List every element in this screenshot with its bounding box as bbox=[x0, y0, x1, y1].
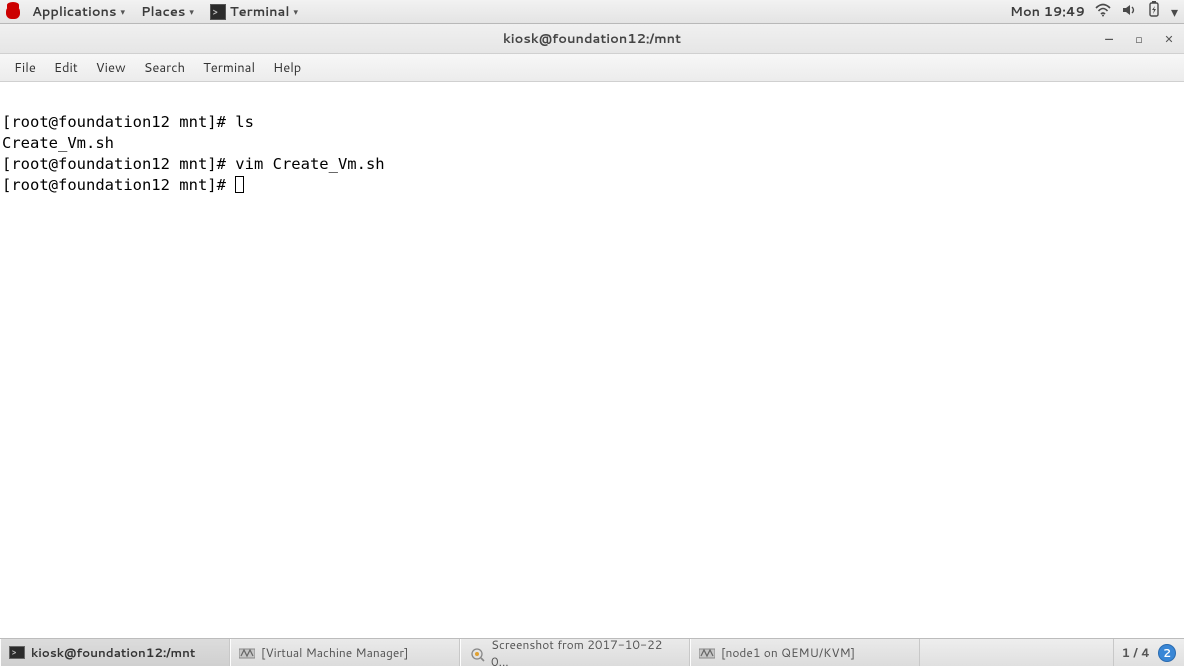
distro-logo-icon bbox=[6, 5, 20, 19]
applications-menu[interactable]: Applications ▾ bbox=[28, 3, 129, 21]
taskbar-item-node1[interactable]: [node1 on QEMU/KVM] bbox=[690, 639, 920, 666]
taskbar-item-label: [Virtual Machine Manager] bbox=[261, 644, 409, 661]
taskbar-spacer bbox=[920, 639, 1113, 666]
taskbar-item-label: Screenshot from 2017-10-22 0... bbox=[491, 636, 681, 666]
menu-view[interactable]: View bbox=[88, 57, 134, 79]
clock-label[interactable]: Mon 19:49 bbox=[1010, 3, 1085, 21]
menu-help[interactable]: Help bbox=[265, 57, 309, 79]
menu-file[interactable]: File bbox=[6, 57, 44, 79]
terminal-icon bbox=[210, 4, 226, 20]
menu-terminal[interactable]: Terminal bbox=[195, 57, 263, 79]
taskbar-item-screenshot[interactable]: Screenshot from 2017-10-22 0... bbox=[460, 639, 690, 666]
window-titlebar[interactable]: kiosk@foundation12:/mnt — ▫ ✕ bbox=[0, 24, 1184, 54]
gnome-top-panel: Applications ▾ Places ▾ Terminal ▾ Mon 1… bbox=[0, 0, 1184, 24]
notification-badge[interactable]: 2 bbox=[1158, 644, 1176, 662]
places-menu-label: Places bbox=[141, 3, 185, 21]
window-controls: — ▫ ✕ bbox=[1102, 24, 1176, 53]
chevron-down-icon: ▾ bbox=[189, 5, 194, 18]
taskbar-item-label: [node1 on QEMU/KVM] bbox=[721, 644, 855, 661]
workspace-indicator[interactable]: 1 / 4 2 bbox=[1113, 639, 1184, 666]
battery-icon[interactable] bbox=[1147, 1, 1161, 22]
panel-left-group: Applications ▾ Places ▾ Terminal ▾ bbox=[6, 3, 302, 21]
image-viewer-icon bbox=[469, 646, 485, 659]
wifi-icon[interactable] bbox=[1095, 2, 1111, 22]
app-menubar: File Edit View Search Terminal Help bbox=[0, 54, 1184, 82]
places-menu[interactable]: Places ▾ bbox=[137, 3, 198, 21]
vmm-icon bbox=[699, 646, 715, 659]
taskbar-item-label: kiosk@foundation12:/mnt bbox=[31, 644, 195, 661]
menu-edit[interactable]: Edit bbox=[46, 57, 86, 79]
active-app-label: Terminal bbox=[230, 3, 290, 21]
panel-right-group: Mon 19:49 ▾ bbox=[1010, 1, 1178, 22]
applications-menu-label: Applications bbox=[32, 3, 116, 21]
taskbar-item-terminal[interactable]: kiosk@foundation12:/mnt bbox=[0, 639, 230, 666]
menu-search[interactable]: Search bbox=[136, 57, 193, 79]
minimize-button[interactable]: — bbox=[1102, 31, 1116, 47]
maximize-button[interactable]: ▫ bbox=[1132, 31, 1146, 47]
cursor bbox=[235, 176, 244, 193]
terminal-icon bbox=[9, 646, 25, 659]
terminal-viewport[interactable]: [root@foundation12 mnt]# ls Create_Vm.sh… bbox=[0, 82, 1184, 638]
system-dropdown[interactable]: ▾ bbox=[1171, 2, 1178, 22]
vmm-icon bbox=[239, 646, 255, 659]
close-button[interactable]: ✕ bbox=[1162, 31, 1176, 47]
window-title: kiosk@foundation12:/mnt bbox=[503, 30, 681, 48]
bottom-taskbar: kiosk@foundation12:/mnt [Virtual Machine… bbox=[0, 638, 1184, 666]
taskbar-item-vmm[interactable]: [Virtual Machine Manager] bbox=[230, 639, 460, 666]
volume-icon[interactable] bbox=[1121, 2, 1137, 22]
chevron-down-icon: ▾ bbox=[120, 5, 125, 18]
workspace-label: 1 / 4 bbox=[1122, 644, 1150, 661]
active-app-menu[interactable]: Terminal ▾ bbox=[206, 3, 302, 21]
chevron-down-icon: ▾ bbox=[293, 5, 298, 18]
